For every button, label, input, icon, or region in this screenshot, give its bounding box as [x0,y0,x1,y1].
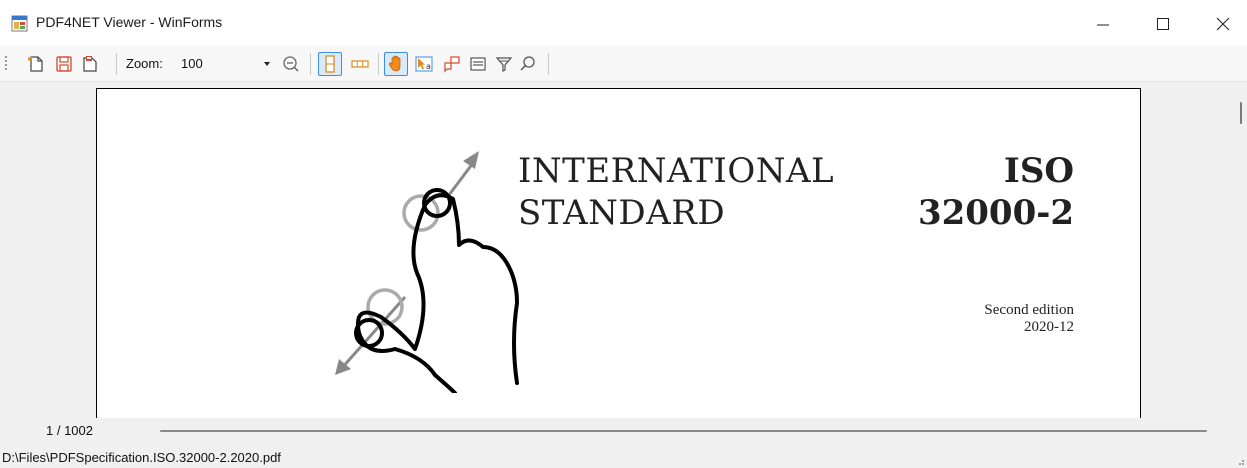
filter-icon[interactable] [494,54,514,74]
page-indicator: 1 / 1002 [46,423,93,438]
app-window-icon [11,15,28,32]
document-edition: Second edition [984,302,1074,318]
document-standard-number: 32000-2 [917,193,1074,233]
vertical-scrollbar[interactable] [1231,82,1247,418]
status-bar: D:\Files\PDFSpecification.ISO.32000-2.20… [0,447,1247,468]
close-button[interactable] [1200,0,1246,46]
close-icon [1216,17,1230,31]
single-page-layout-icon[interactable] [320,54,340,74]
horizontal-scrollbar[interactable] [160,430,1207,432]
annotation-icon[interactable] [442,54,462,74]
zoom-value[interactable]: 100 [181,56,203,71]
file-path-label: D:\Files\PDFSpecification.ISO.32000-2.20… [2,450,281,465]
toolbar-separator [378,53,379,75]
maximize-icon [1157,18,1169,30]
window-title: PDF4NET Viewer - WinForms [36,14,223,30]
minimize-button[interactable] [1080,0,1126,46]
search-icon[interactable] [518,54,538,74]
title-bar[interactable]: PDF4NET Viewer - WinForms [0,0,1247,46]
document-iso-label: ISO [1003,151,1074,191]
vertical-scrollbar-thumb[interactable] [1240,102,1242,124]
minimize-icon [1097,24,1109,26]
svg-text:a: a [426,62,431,71]
document-title-line1: INTERNATIONAL [518,151,835,191]
toolbar: Zoom: 100 a [0,46,1247,82]
toolbar-grip[interactable] [5,56,8,72]
chevron-down-icon[interactable] [264,62,270,66]
document-date: 2020-12 [1024,319,1074,335]
resize-grip-icon[interactable] [1235,456,1245,466]
zoom-out-icon[interactable] [281,54,301,74]
open-file-icon[interactable] [26,54,46,74]
text-select-icon[interactable]: a [414,54,434,74]
pinch-zoom-gesture-icon [335,151,519,393]
application-window: PDF4NET Viewer - WinForms Zoom: 100 a IN… [0,0,1247,468]
continuous-layout-icon[interactable] [350,54,370,74]
document-title-line2: STANDARD [518,193,726,233]
toolbar-separator [116,53,117,75]
page-navigation-row: 1 / 1002 [0,418,1247,442]
zoom-label: Zoom: [126,56,163,71]
document-viewer[interactable]: INTERNATIONAL STANDARD ISO 32000-2 Secon… [0,82,1231,418]
toolbar-separator [548,53,549,75]
maximize-button[interactable] [1140,0,1186,46]
save-as-icon[interactable] [80,54,100,74]
pdf-page[interactable]: INTERNATIONAL STANDARD ISO 32000-2 Secon… [96,88,1141,418]
zoom-combobox[interactable]: 100 [178,53,274,75]
form-field-icon[interactable] [468,54,488,74]
pan-tool-icon[interactable] [386,54,406,74]
save-file-icon[interactable] [54,54,74,74]
toolbar-separator [310,53,311,75]
